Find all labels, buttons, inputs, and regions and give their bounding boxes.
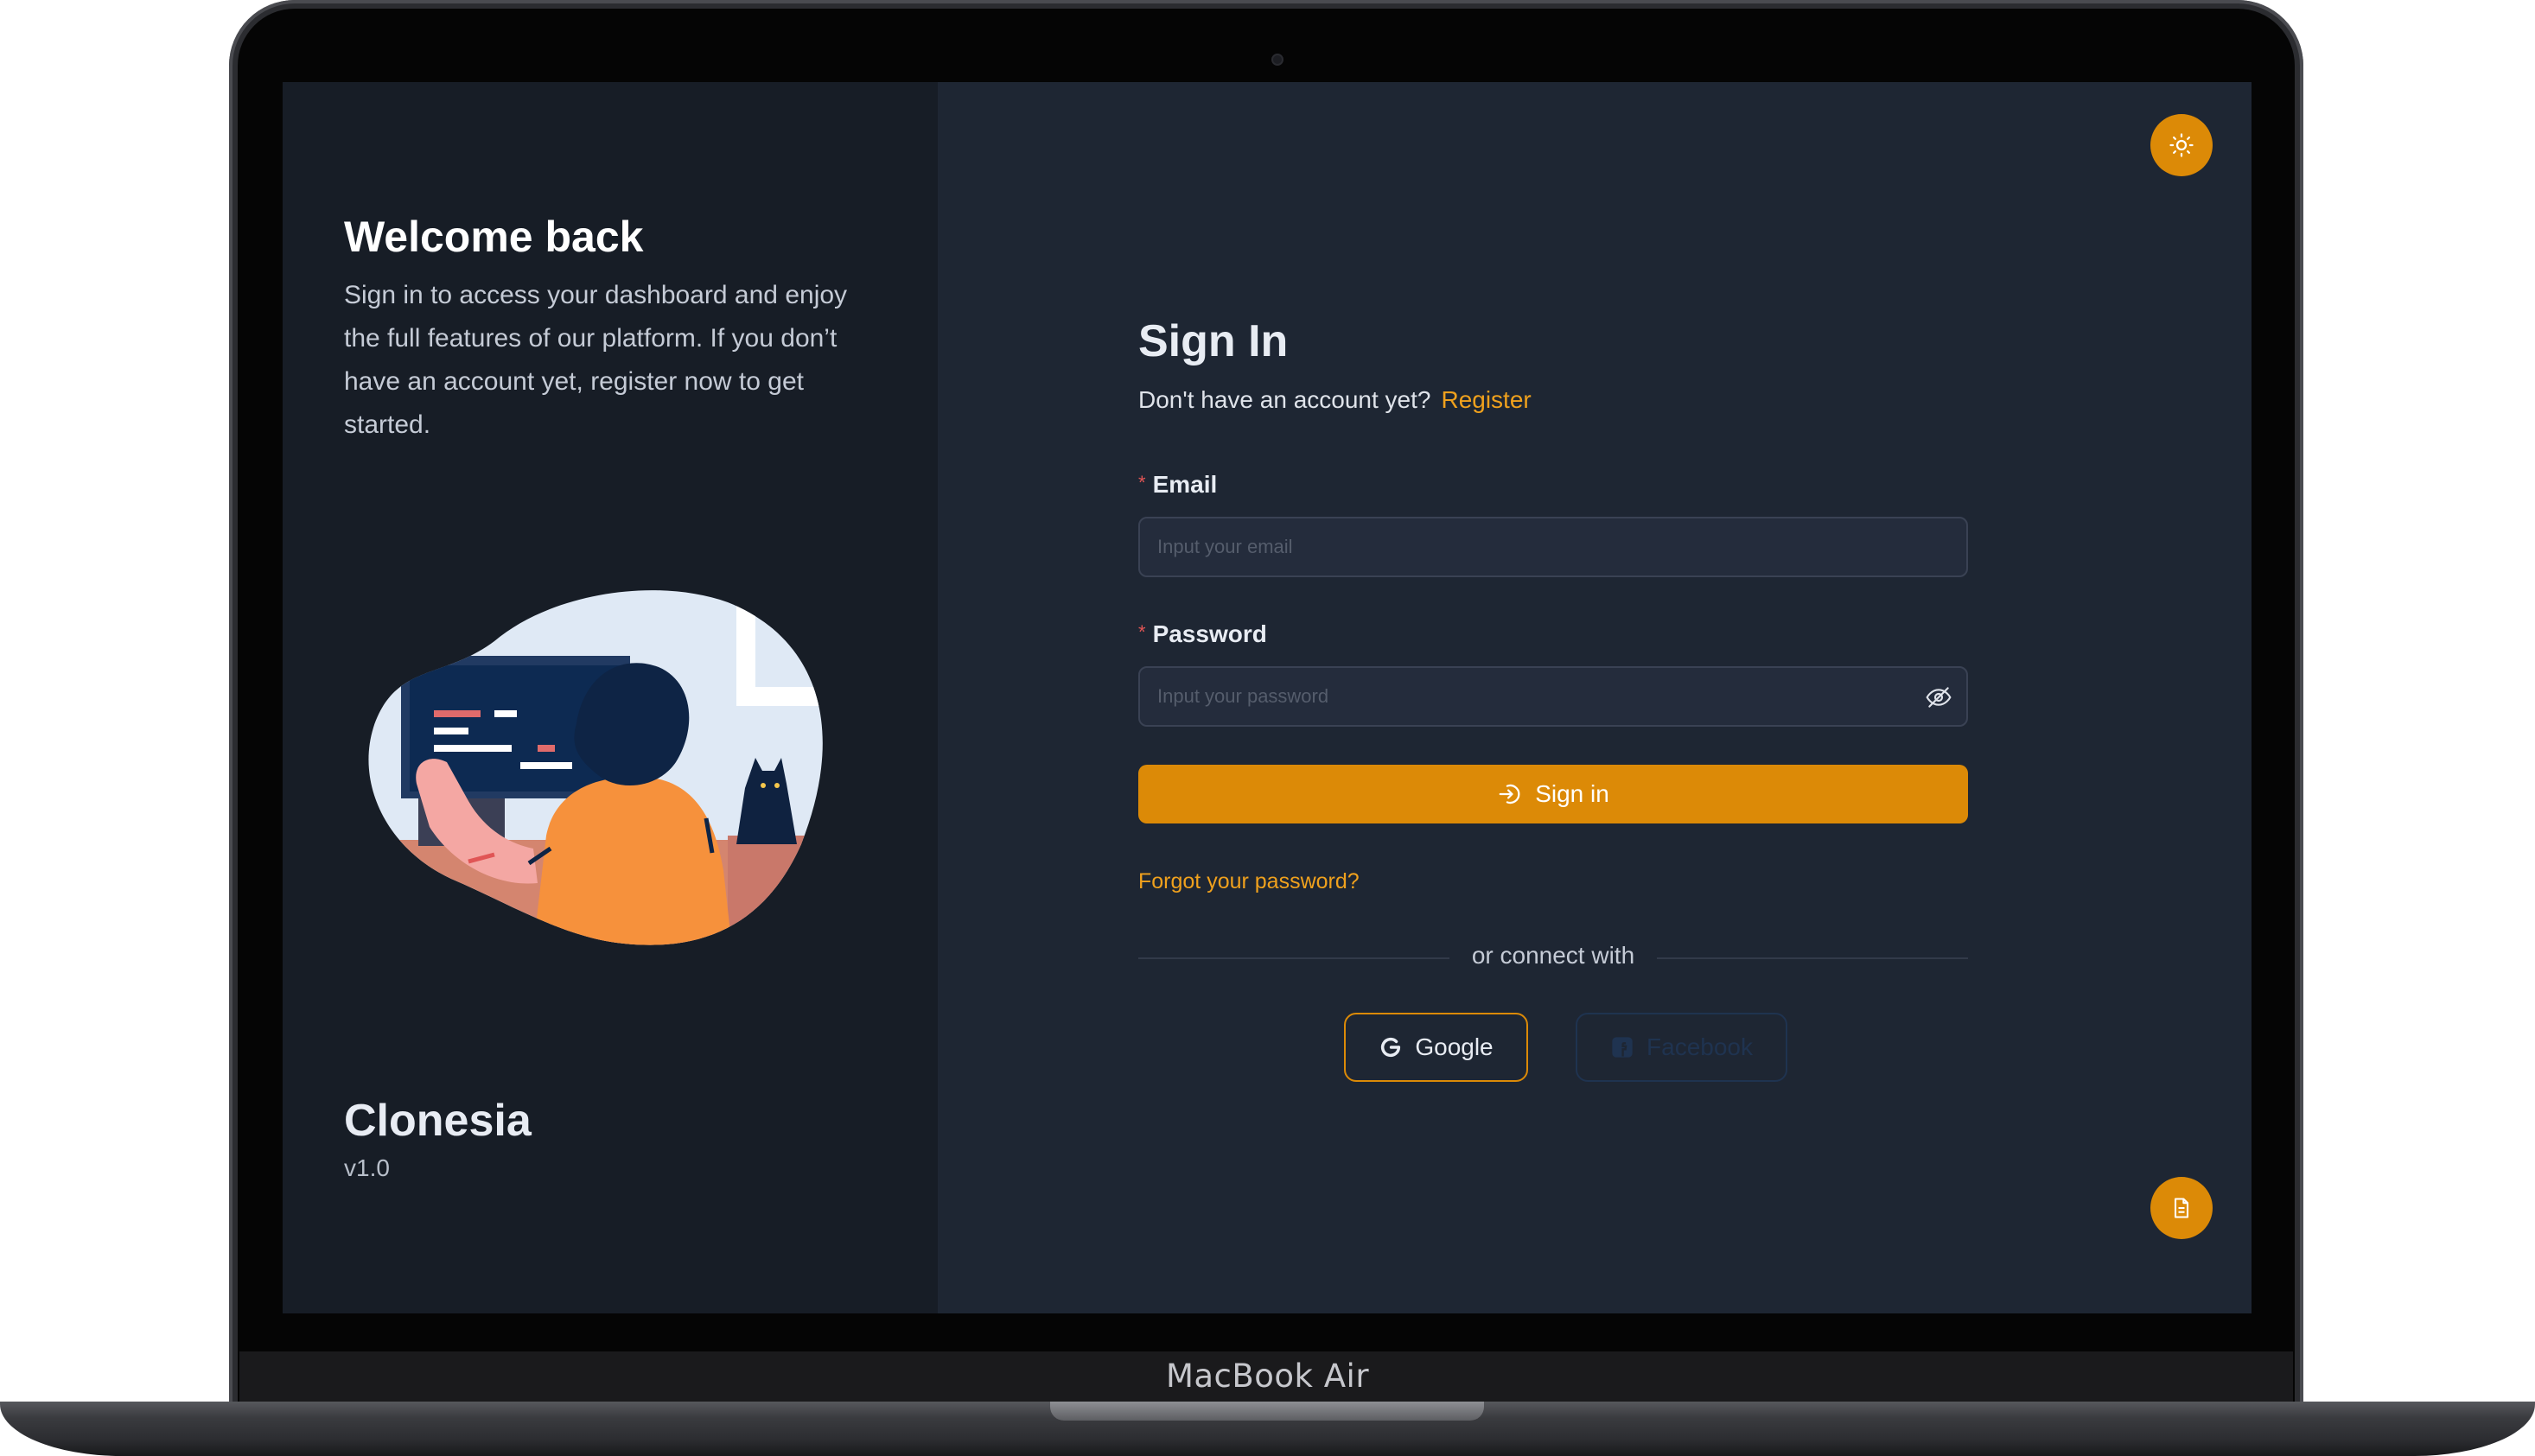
google-icon <box>1381 1037 1401 1058</box>
signin-title: Sign In <box>1138 316 1289 366</box>
theme-toggle-button[interactable] <box>2150 114 2213 176</box>
divider-line-right <box>1657 957 1968 959</box>
login-icon <box>1499 784 1520 804</box>
welcome-title: Welcome back <box>344 213 644 261</box>
facebook-button-label: Facebook <box>1646 1033 1753 1060</box>
welcome-description: Sign in to access your dashboard and enj… <box>344 281 848 439</box>
email-label: * Email <box>1138 471 1217 499</box>
laptop-hinge <box>1050 1402 1484 1421</box>
password-label-text: Password <box>1152 620 1267 647</box>
signup-prompt: Don't have an account yet? Register <box>1138 386 1532 414</box>
facebook-signin-button[interactable]: Facebook <box>1576 1013 1787 1082</box>
email-input[interactable] <box>1138 517 1968 577</box>
required-marker: * <box>1138 621 1146 643</box>
facebook-icon <box>1612 1037 1633 1058</box>
register-link[interactable]: Register <box>1441 386 1531 413</box>
app-screen: Welcome back Sign in to access your dash… <box>283 82 2252 1313</box>
document-action-button[interactable] <box>2150 1177 2213 1239</box>
developer-illustration <box>368 590 823 945</box>
camera-icon <box>1271 54 1283 66</box>
document-icon <box>2174 1198 2189 1218</box>
no-account-text: Don't have an account yet? <box>1138 386 1431 413</box>
google-button-label: Google <box>1415 1033 1494 1060</box>
email-label-text: Email <box>1152 471 1218 498</box>
forgot-password-link[interactable]: Forgot your password? <box>1138 869 1360 894</box>
app-version: v1.0 <box>344 1154 390 1181</box>
app-name: Clonesia <box>344 1096 532 1146</box>
signin-button-label: Sign in <box>1535 780 1609 807</box>
password-input[interactable] <box>1138 666 1968 727</box>
google-signin-button[interactable]: Google <box>1344 1013 1528 1082</box>
device-label: MacBook Air <box>1165 1357 1370 1395</box>
required-marker: * <box>1138 472 1146 493</box>
password-label: * Password <box>1138 620 1267 648</box>
sun-icon <box>2169 133 2194 157</box>
eye-off-icon[interactable] <box>1925 683 1952 711</box>
signin-button[interactable]: Sign in <box>1138 765 1968 823</box>
welcome-panel: Welcome back Sign in to access your dash… <box>283 82 938 1313</box>
divider-text: or connect with <box>1471 942 1635 969</box>
